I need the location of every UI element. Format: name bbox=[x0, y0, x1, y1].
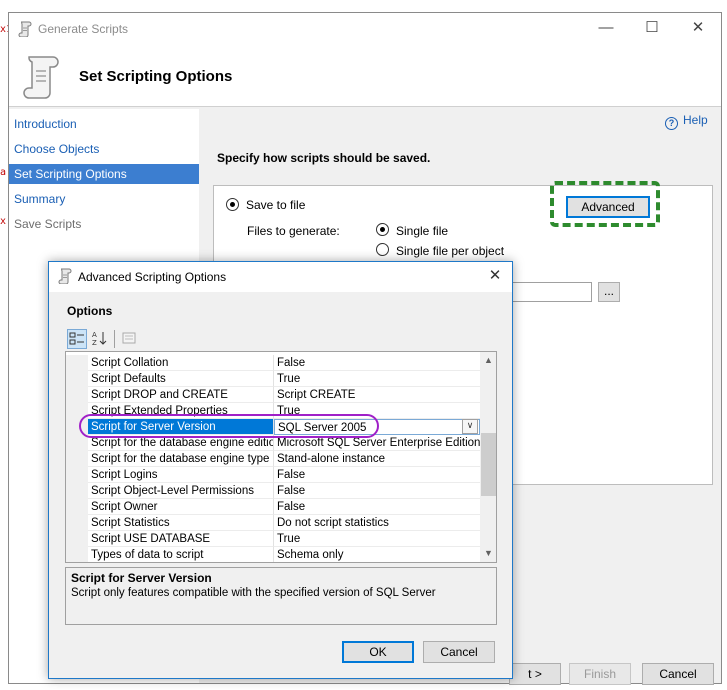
property-rows: Script Collation False Script Defaults True… bbox=[66, 355, 480, 562]
alphabetical-icon[interactable]: AZ bbox=[90, 329, 110, 349]
nav-item-save-scripts: Save Scripts bbox=[14, 217, 82, 231]
property-name[interactable]: Script Defaults bbox=[88, 371, 274, 387]
row-gutter bbox=[66, 483, 88, 499]
row-gutter bbox=[66, 451, 88, 467]
property-value[interactable]: False bbox=[274, 483, 480, 499]
instruction-text: Specify how scripts should be saved. bbox=[217, 151, 431, 165]
page-title: Set Scripting Options bbox=[79, 68, 233, 85]
property-row[interactable]: Script Object-Level Permissions False bbox=[66, 483, 480, 499]
help-link[interactable]: ? Help bbox=[665, 113, 708, 130]
description-text: Script only features compatible with the… bbox=[71, 587, 436, 599]
scroll-icon bbox=[23, 56, 59, 99]
minimize-icon[interactable]: — bbox=[583, 13, 629, 43]
property-value[interactable]: True bbox=[274, 531, 480, 547]
nav-item-introduction[interactable]: Introduction bbox=[9, 114, 199, 134]
nav-item-set-scripting-options[interactable]: Set Scripting Options bbox=[9, 164, 199, 184]
maximize-icon[interactable]: ☐ bbox=[629, 13, 675, 43]
close-icon[interactable]: ✕ bbox=[484, 265, 506, 287]
single-file-per-object-radio[interactable] bbox=[376, 243, 389, 256]
clipped-edge-mark: a bbox=[0, 167, 7, 178]
row-gutter bbox=[66, 515, 88, 531]
property-row[interactable]: Script for the database engine type Stand… bbox=[66, 451, 480, 467]
scroll-icon bbox=[58, 268, 72, 284]
scroll-thumb[interactable] bbox=[481, 433, 496, 496]
property-row[interactable]: Types of data to script Schema only bbox=[66, 547, 480, 562]
property-value[interactable]: True bbox=[274, 371, 480, 387]
scroll-icon bbox=[18, 21, 32, 37]
svg-text:A: A bbox=[92, 331, 97, 339]
svg-text:Z: Z bbox=[92, 339, 97, 346]
property-value[interactable]: False bbox=[274, 467, 480, 483]
title-bar[interactable]: Generate Scripts — ☐ ✕ bbox=[9, 13, 721, 45]
row-gutter bbox=[66, 435, 88, 451]
browse-button[interactable]: ... bbox=[598, 282, 620, 302]
description-title: Script for Server Version bbox=[71, 571, 212, 585]
nav-item-choose-objects[interactable]: Choose Objects bbox=[9, 139, 199, 159]
property-row[interactable]: Script Collation False bbox=[66, 355, 480, 371]
dialog-title: Advanced Scripting Options bbox=[78, 270, 227, 284]
window-title: Generate Scripts bbox=[38, 22, 129, 36]
property-pages-icon bbox=[119, 329, 139, 349]
save-to-file-radio[interactable] bbox=[226, 198, 239, 211]
single-file-label: Single file bbox=[396, 224, 449, 238]
files-to-generate-label: Files to generate: bbox=[247, 224, 340, 238]
property-grid[interactable]: Script Collation False Script Defaults True… bbox=[65, 351, 497, 563]
row-gutter bbox=[66, 467, 88, 483]
property-name[interactable]: Script Collation bbox=[88, 355, 274, 371]
finish-button: Finish bbox=[569, 663, 631, 685]
property-value[interactable]: False bbox=[274, 355, 480, 371]
chevron-down-icon[interactable]: ∨ bbox=[462, 419, 478, 434]
options-heading: Options bbox=[67, 304, 113, 318]
row-gutter bbox=[66, 355, 88, 371]
ok-button[interactable]: OK bbox=[342, 641, 414, 663]
property-name[interactable]: Script USE DATABASE bbox=[88, 531, 274, 547]
row-gutter bbox=[66, 531, 88, 547]
categorized-icon[interactable] bbox=[67, 329, 87, 349]
property-value[interactable]: Schema only bbox=[274, 547, 480, 562]
nav-item-summary[interactable]: Summary bbox=[9, 189, 199, 209]
server-version-highlight bbox=[79, 414, 379, 438]
help-icon: ? bbox=[665, 117, 678, 130]
description-pane: Script for Server Version Script only fe… bbox=[65, 567, 497, 625]
save-to-file-label: Save to file bbox=[246, 198, 306, 212]
property-row[interactable]: Script Statistics Do not script statistic… bbox=[66, 515, 480, 531]
cancel-button[interactable]: Cancel bbox=[642, 663, 714, 685]
row-gutter bbox=[66, 371, 88, 387]
grid-scrollbar[interactable]: ▲ ▼ bbox=[480, 352, 496, 562]
property-name[interactable]: Script for the database engine type bbox=[88, 451, 274, 467]
property-value[interactable]: Do not script statistics bbox=[274, 515, 480, 531]
next-button[interactable]: t > bbox=[509, 663, 561, 685]
property-value[interactable]: Stand-alone instance bbox=[274, 451, 480, 467]
property-name[interactable]: Script Logins bbox=[88, 467, 274, 483]
property-name[interactable]: Script DROP and CREATE bbox=[88, 387, 274, 403]
toolbar-separator bbox=[114, 330, 115, 348]
property-value[interactable]: Script CREATE bbox=[274, 387, 480, 403]
property-row[interactable]: Script USE DATABASE True bbox=[66, 531, 480, 547]
property-value[interactable]: False bbox=[274, 499, 480, 515]
row-gutter bbox=[66, 499, 88, 515]
single-file-radio[interactable] bbox=[376, 223, 389, 236]
single-file-per-object-label: Single file per object bbox=[396, 244, 505, 258]
scroll-down-icon[interactable]: ▼ bbox=[480, 545, 496, 562]
page-header: Set Scripting Options bbox=[9, 45, 721, 107]
property-name[interactable]: Script Object-Level Permissions bbox=[88, 483, 274, 499]
file-path-input[interactable] bbox=[510, 282, 592, 302]
dialog-cancel-button[interactable]: Cancel bbox=[423, 641, 495, 663]
clipped-edge-mark: x bbox=[0, 216, 7, 227]
help-label: Help bbox=[683, 113, 708, 127]
property-row[interactable]: Script DROP and CREATE Script CREATE bbox=[66, 387, 480, 403]
property-row[interactable]: Script Owner False bbox=[66, 499, 480, 515]
property-name[interactable]: Types of data to script bbox=[88, 547, 274, 562]
advanced-highlight bbox=[550, 181, 660, 227]
property-name[interactable]: Script Owner bbox=[88, 499, 274, 515]
property-name[interactable]: Script Statistics bbox=[88, 515, 274, 531]
advanced-scripting-options-dialog: Advanced Scripting Options ✕ Options AZ … bbox=[48, 261, 513, 679]
property-row[interactable]: Script Logins False bbox=[66, 467, 480, 483]
close-icon[interactable]: ✕ bbox=[675, 13, 721, 43]
row-gutter bbox=[66, 547, 88, 562]
scroll-up-icon[interactable]: ▲ bbox=[480, 352, 496, 369]
property-row[interactable]: Script Defaults True bbox=[66, 371, 480, 387]
row-gutter bbox=[66, 387, 88, 403]
dialog-title-bar[interactable]: Advanced Scripting Options ✕ bbox=[49, 262, 512, 292]
